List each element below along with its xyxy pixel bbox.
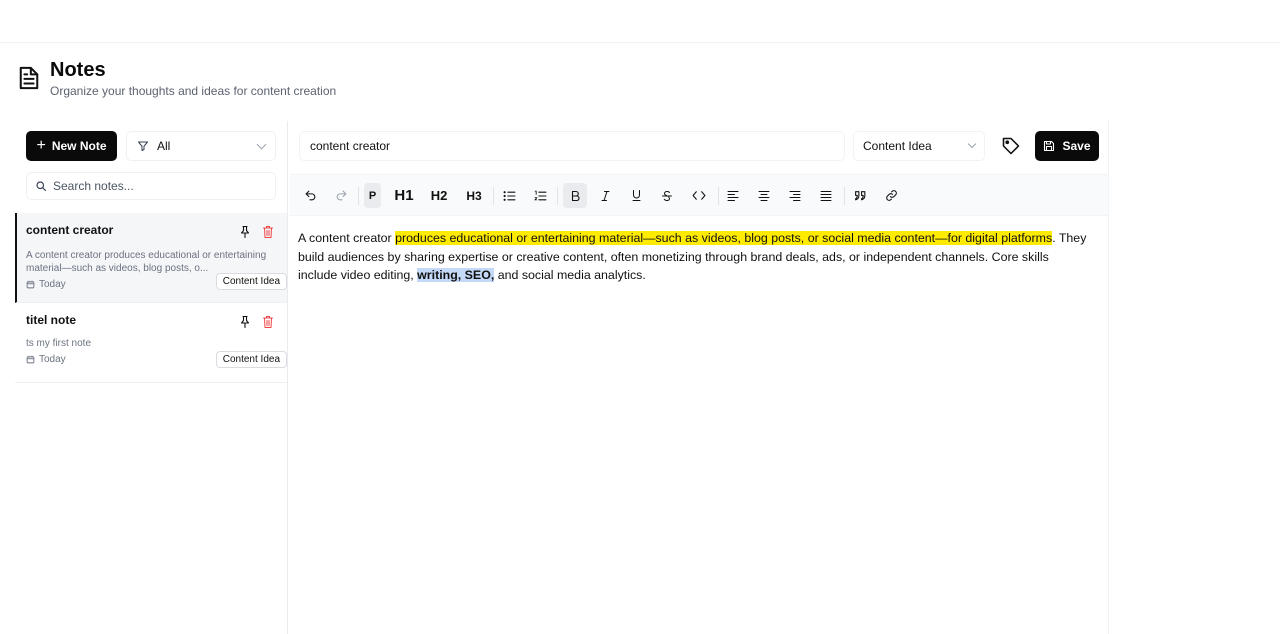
editor-toolbar: P H1 H2 H3 [290,174,1108,216]
underline-icon [632,190,640,201]
undo-button[interactable] [302,183,318,208]
selected-bold-text: writing, SEO, [417,268,495,282]
new-note-label: New Note [51,139,107,153]
align-left-button[interactable] [725,183,741,208]
italic-icon [601,190,609,201]
note-tag-badge: Content Idea [215,273,287,290]
ordered-list-icon [533,190,546,200]
note-list: content creator A content creator produc… [15,213,287,383]
toolbar-divider [557,187,558,205]
content-text: A content creator [298,231,396,245]
toolbar-divider [358,187,359,205]
heading-1-button[interactable]: H1 [392,183,416,208]
link-icon [885,190,897,201]
bold-button[interactable] [563,183,587,208]
align-left-icon [727,191,739,201]
sidebar-divider [287,121,288,634]
quote-icon [854,190,865,200]
align-right-button[interactable] [787,183,803,208]
blockquote-button[interactable] [852,183,868,208]
tag-icon[interactable] [1001,136,1021,156]
new-note-button[interactable]: + New Note [26,131,117,161]
filter-select[interactable]: All [126,131,276,161]
heading-2-button[interactable]: H2 [427,183,451,208]
toolbar-divider [844,187,845,205]
code-button[interactable] [689,183,709,208]
page-title: Notes [50,59,106,81]
code-icon [692,191,706,200]
editor-divider [1108,121,1109,634]
search-icon [36,181,47,192]
search-input[interactable] [53,179,253,193]
pin-icon[interactable] [239,315,251,329]
bullet-list-icon [503,190,515,201]
heading-3-button[interactable]: H3 [462,183,486,208]
redo-icon [336,190,346,201]
pin-icon[interactable] [239,225,251,239]
italic-button[interactable] [597,183,613,208]
chevron-down-icon [256,139,267,149]
strikethrough-button[interactable] [659,183,675,208]
note-tag-badge: Content Idea [215,351,287,368]
align-right-icon [789,191,801,201]
category-select[interactable]: Content Idea [853,131,985,161]
plus-icon: + [36,137,46,154]
note-date: Today [39,279,66,290]
bullet-list-button[interactable] [500,183,518,208]
ordered-list-button[interactable] [531,183,549,208]
note-title-input[interactable] [299,131,845,161]
note-date: Today [39,354,66,365]
undo-icon [305,190,315,201]
trash-icon[interactable] [262,225,274,239]
underline-button[interactable] [628,183,644,208]
save-icon [1044,140,1055,152]
filter-value: All [157,139,171,153]
note-snippet: A content creator produces educational o… [26,250,267,274]
file-text-icon [19,66,39,90]
strikethrough-icon [662,190,672,201]
category-value: Content Idea [863,139,932,153]
align-center-icon [758,191,770,201]
page-header: Notes Organize your thoughts and ideas f… [18,58,336,98]
calendar-icon [26,355,35,364]
toolbar-divider [493,187,494,205]
save-button[interactable]: Save [1035,131,1099,161]
bold-icon [571,190,580,201]
highlighted-text: produces educational or entertaining mat… [395,231,1053,245]
calendar-icon [26,280,35,289]
align-justify-button[interactable] [818,183,834,208]
note-item[interactable]: content creator A content creator produc… [15,213,287,303]
filter-icon [138,141,148,151]
align-center-button[interactable] [756,183,772,208]
note-item[interactable]: titel note ts my first note Today Conten… [15,303,287,383]
chevron-down-icon [967,139,977,149]
page-subtitle: Organize your thoughts and ideas for con… [50,84,337,98]
toolbar-divider [718,187,719,205]
redo-button[interactable] [333,183,349,208]
search-box[interactable] [26,172,276,200]
paragraph-button[interactable]: P [364,183,381,208]
trash-icon[interactable] [262,315,274,329]
align-justify-icon [820,191,832,201]
editor-content[interactable]: A content creator produces educational o… [298,229,1088,285]
top-bar [0,0,1280,43]
content-text: and social media analytics. [494,268,646,282]
note-snippet: ts my first note [26,338,92,349]
save-label: Save [1062,139,1091,153]
link-button[interactable] [883,183,899,208]
